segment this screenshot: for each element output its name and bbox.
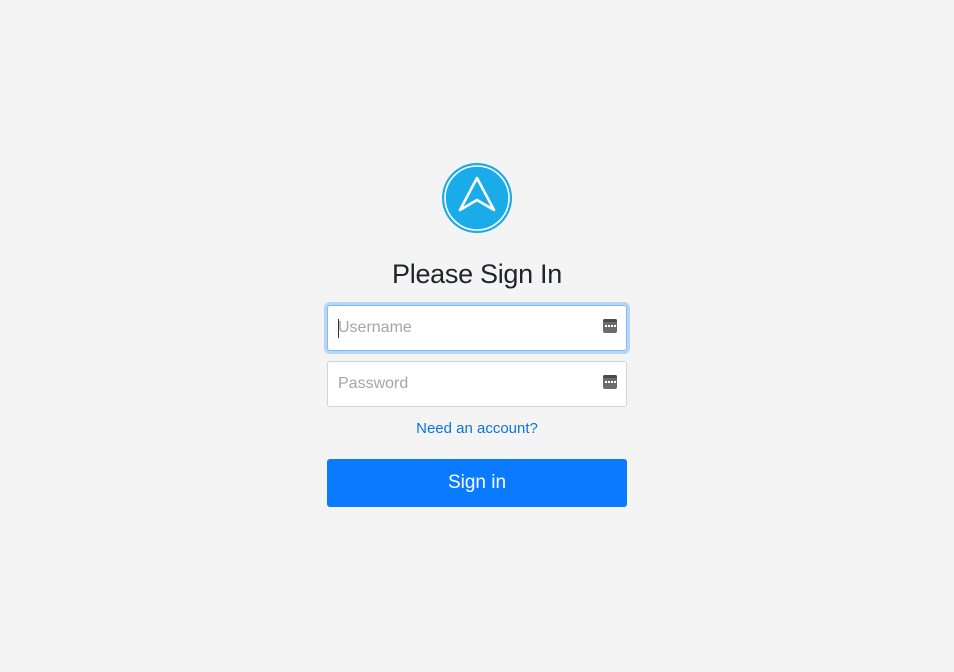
need-account-link[interactable]: Need an account? [416, 419, 538, 439]
navigation-arrow-icon [442, 163, 512, 233]
password-field[interactable] [327, 361, 627, 407]
text-cursor [338, 319, 339, 338]
password-manager-key-icon[interactable] [603, 319, 617, 333]
page-title: Please Sign In [392, 259, 562, 289]
username-input[interactable] [328, 306, 626, 350]
sign-in-button[interactable]: Sign in [327, 459, 627, 507]
password-input[interactable] [328, 362, 626, 406]
login-page: Please Sign In Need an account? Sign in [0, 0, 954, 672]
login-form: Please Sign In Need an account? Sign in [327, 162, 627, 507]
password-manager-key-icon[interactable] [603, 375, 617, 389]
username-field[interactable] [327, 305, 627, 351]
